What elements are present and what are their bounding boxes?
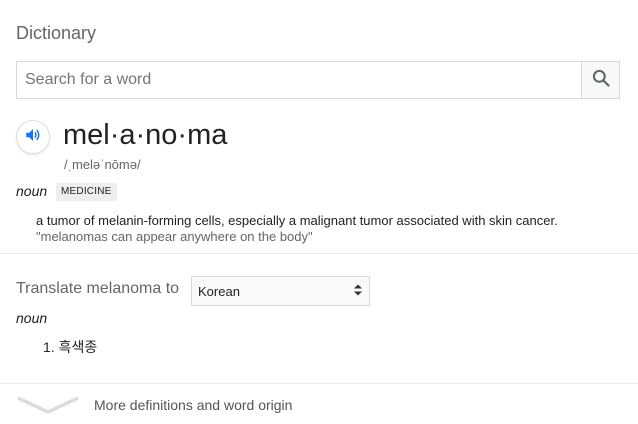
section-divider <box>0 253 638 254</box>
more-definitions-label: More definitions and word origin <box>94 397 293 413</box>
translate-label: Translate melanoma to <box>16 280 180 297</box>
search-icon <box>591 68 611 93</box>
translation-number: 1. <box>43 339 55 355</box>
phonetic-spelling: /ˌmeləˈnōmə/ <box>64 157 141 172</box>
example-sentence: "melanomas can appear anywhere on the bo… <box>36 229 313 244</box>
translation-part-of-speech: noun <box>16 310 48 326</box>
translation-item: 1. 흑색종 <box>43 337 97 357</box>
chevron-down-icon <box>16 394 80 421</box>
dictionary-card: Dictionary mel·a·no·ma /ˌmeləˈnōmə/ noun… <box>0 0 638 424</box>
domain-badge: MEDICINE <box>56 183 117 201</box>
part-of-speech: noun <box>16 183 48 199</box>
card-title: Dictionary <box>16 23 97 43</box>
selected-language: Korean <box>198 283 240 299</box>
select-arrows-icon <box>353 283 363 300</box>
pronunciation-button[interactable] <box>16 120 50 154</box>
translation-text: 흑색종 <box>58 339 98 355</box>
speaker-icon <box>24 126 42 149</box>
search-input[interactable] <box>17 62 582 98</box>
headword: mel·a·no·ma <box>63 119 228 151</box>
search-box <box>16 61 620 99</box>
search-button[interactable] <box>581 62 619 98</box>
more-definitions-link[interactable]: More definitions and word origin <box>0 384 638 424</box>
language-select[interactable]: Korean <box>191 276 370 306</box>
definition-text: a tumor of melanin-forming cells, especi… <box>36 213 558 228</box>
